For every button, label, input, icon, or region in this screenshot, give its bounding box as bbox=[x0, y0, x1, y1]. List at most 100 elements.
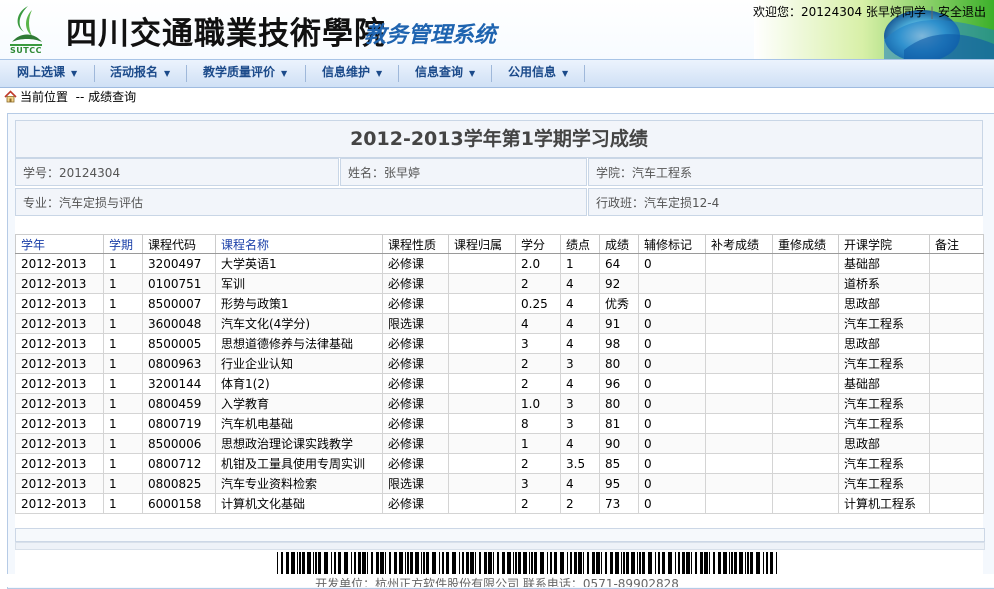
nav-info-maintenance[interactable]: 信息维护 ▼ bbox=[322, 60, 382, 87]
cell-remarks bbox=[929, 333, 984, 354]
nav-info-query[interactable]: 信息查询 ▼ bbox=[415, 60, 475, 87]
cell-course-code: 0800459 bbox=[142, 393, 216, 414]
cell-course-type: 必修课 bbox=[382, 453, 449, 474]
cell-course-name: 思想道德修养与法律基础 bbox=[215, 333, 383, 354]
table-row: 2012-2013 1 3600048 汽车文化(4学分) 限选课 4 4 91 0 汽车工程系 bbox=[15, 313, 984, 334]
table-row: 2012-2013 1 8500006 思想政治理论课实践教学 必修课 1 4 90 0 思政部 bbox=[15, 433, 984, 454]
breadcrumb-label: 当前位置 bbox=[20, 90, 69, 104]
cell-course-category bbox=[448, 293, 516, 314]
cell-semester: 1 bbox=[103, 393, 143, 414]
cell-minor-flag: 0 bbox=[638, 373, 706, 394]
cell-academic-year: 2012-2013 bbox=[15, 393, 104, 414]
table-row: 2012-2013 1 8500005 思想道德修养与法律基础 必修课 3 4 98 0 思政部 bbox=[15, 333, 984, 354]
grades-content: 2012-2013学年第1学期学习成绩 学号：20124304 姓名：张早婷 学… bbox=[15, 120, 985, 586]
system-name: 教务管理系统 bbox=[364, 23, 497, 48]
header-grade-point: 绩点 bbox=[560, 234, 600, 254]
cell-academic-year: 2012-2013 bbox=[15, 313, 104, 334]
cell-course-category bbox=[448, 473, 516, 494]
nav-divider bbox=[491, 65, 492, 82]
cell-course-name: 大学英语1 bbox=[215, 253, 383, 274]
table-footer-bar bbox=[15, 528, 985, 542]
cell-course-category bbox=[448, 493, 516, 514]
header-semester[interactable]: 学期 bbox=[103, 234, 143, 254]
cell-makeup-score bbox=[705, 413, 773, 434]
cell-grade-point: 4 bbox=[560, 333, 600, 354]
cell-score: 96 bbox=[599, 373, 639, 394]
cell-credits: 2 bbox=[515, 493, 561, 514]
cell-semester: 1 bbox=[103, 293, 143, 314]
cell-course-code: 0800825 bbox=[142, 473, 216, 494]
cell-academic-year: 2012-2013 bbox=[15, 293, 104, 314]
cell-minor-flag: 0 bbox=[638, 453, 706, 474]
nav-divider bbox=[305, 65, 306, 82]
cell-credits: 3 bbox=[515, 473, 561, 494]
cell-remarks bbox=[929, 313, 984, 334]
cell-minor-flag: 0 bbox=[638, 393, 706, 414]
cell-remarks bbox=[929, 433, 984, 454]
cell-course-type: 必修课 bbox=[382, 353, 449, 374]
cell-course-type: 必修课 bbox=[382, 393, 449, 414]
cell-retake-score bbox=[772, 433, 839, 454]
cell-score: 91 bbox=[599, 313, 639, 334]
cell-course-type: 限选课 bbox=[382, 313, 449, 334]
cell-grade-point: 1 bbox=[560, 253, 600, 274]
cell-grade-point: 4 bbox=[560, 473, 600, 494]
cell-course-type: 必修课 bbox=[382, 253, 449, 274]
header-course-name[interactable]: 课程名称 bbox=[215, 234, 383, 254]
cell-grade-point: 4 bbox=[560, 313, 600, 334]
cell-retake-score bbox=[772, 393, 839, 414]
cell-academic-year: 2012-2013 bbox=[15, 413, 104, 434]
cell-makeup-score bbox=[705, 333, 773, 354]
cell-course-name: 行业企业认知 bbox=[215, 353, 383, 374]
header-course-code: 课程代码 bbox=[142, 234, 216, 254]
cell-retake-score bbox=[772, 353, 839, 374]
main-nav: 网上选课 ▼ 活动报名 ▼ 教学质量评价 ▼ 信息维护 ▼ 信息查询 ▼ 公用信息 ▼ bbox=[0, 59, 994, 88]
chevron-down-icon: ▼ bbox=[164, 69, 171, 78]
cell-makeup-score bbox=[705, 433, 773, 454]
student-name-field: 姓名：张早婷 bbox=[340, 158, 587, 186]
cell-grade-point: 3 bbox=[560, 413, 600, 434]
header-makeup-score: 补考成绩 bbox=[705, 234, 773, 254]
nav-public-info[interactable]: 公用信息 ▼ bbox=[508, 60, 568, 87]
table-row: 2012-2013 1 0800719 汽车机电基础 必修课 8 3 81 0 汽车工程系 bbox=[15, 413, 984, 434]
cell-minor-flag: 0 bbox=[638, 353, 706, 374]
cell-course-category bbox=[448, 273, 516, 294]
cell-course-type: 必修课 bbox=[382, 413, 449, 434]
nav-online-course-selection[interactable]: 网上选课 ▼ bbox=[17, 60, 77, 87]
grades-table-body: 2012-2013 1 3200497 大学英语1 必修课 2.0 1 64 0 基础部 2012-… bbox=[15, 253, 984, 514]
nav-label: 活动报名 bbox=[110, 65, 159, 79]
cell-grade-point: 3 bbox=[560, 353, 600, 374]
cell-offering-college: 汽车工程系 bbox=[838, 473, 930, 494]
cell-grade-point: 2 bbox=[560, 493, 600, 514]
chevron-down-icon: ▼ bbox=[562, 69, 569, 78]
cell-course-code: 0800712 bbox=[142, 453, 216, 474]
header-academic-year[interactable]: 学年 bbox=[15, 234, 104, 254]
cell-course-code: 3600048 bbox=[142, 313, 216, 334]
cell-course-category bbox=[448, 433, 516, 454]
cell-semester: 1 bbox=[103, 433, 143, 454]
cell-credits: 2 bbox=[515, 353, 561, 374]
cell-semester: 1 bbox=[103, 413, 143, 434]
nav-activity-signup[interactable]: 活动报名 ▼ bbox=[110, 60, 170, 87]
cell-semester: 1 bbox=[103, 273, 143, 294]
cell-course-type: 必修课 bbox=[382, 273, 449, 294]
cell-academic-year: 2012-2013 bbox=[15, 433, 104, 454]
cell-academic-year: 2012-2013 bbox=[15, 373, 104, 394]
cell-course-category bbox=[448, 353, 516, 374]
logo-abbreviation: SUTCC bbox=[10, 46, 42, 55]
cell-minor-flag: 0 bbox=[638, 433, 706, 454]
cell-remarks bbox=[929, 293, 984, 314]
nav-teaching-evaluation[interactable]: 教学质量评价 ▼ bbox=[203, 60, 287, 87]
grades-table: 学年 学期 课程代码 课程名称 课程性质 课程归属 学分 绩点 成绩 辅修标记 … bbox=[15, 234, 984, 514]
cell-makeup-score bbox=[705, 473, 773, 494]
cell-course-type: 必修课 bbox=[382, 373, 449, 394]
header-minor-flag: 辅修标记 bbox=[638, 234, 706, 254]
cell-grade-point: 4 bbox=[560, 273, 600, 294]
logout-link[interactable]: 安全退出 bbox=[938, 5, 986, 19]
cell-offering-college: 道桥系 bbox=[838, 273, 930, 294]
cell-retake-score bbox=[772, 493, 839, 514]
header-retake-score: 重修成绩 bbox=[772, 234, 839, 254]
cell-offering-college: 思政部 bbox=[838, 333, 930, 354]
header-score: 成绩 bbox=[599, 234, 639, 254]
cell-course-type: 必修课 bbox=[382, 433, 449, 454]
